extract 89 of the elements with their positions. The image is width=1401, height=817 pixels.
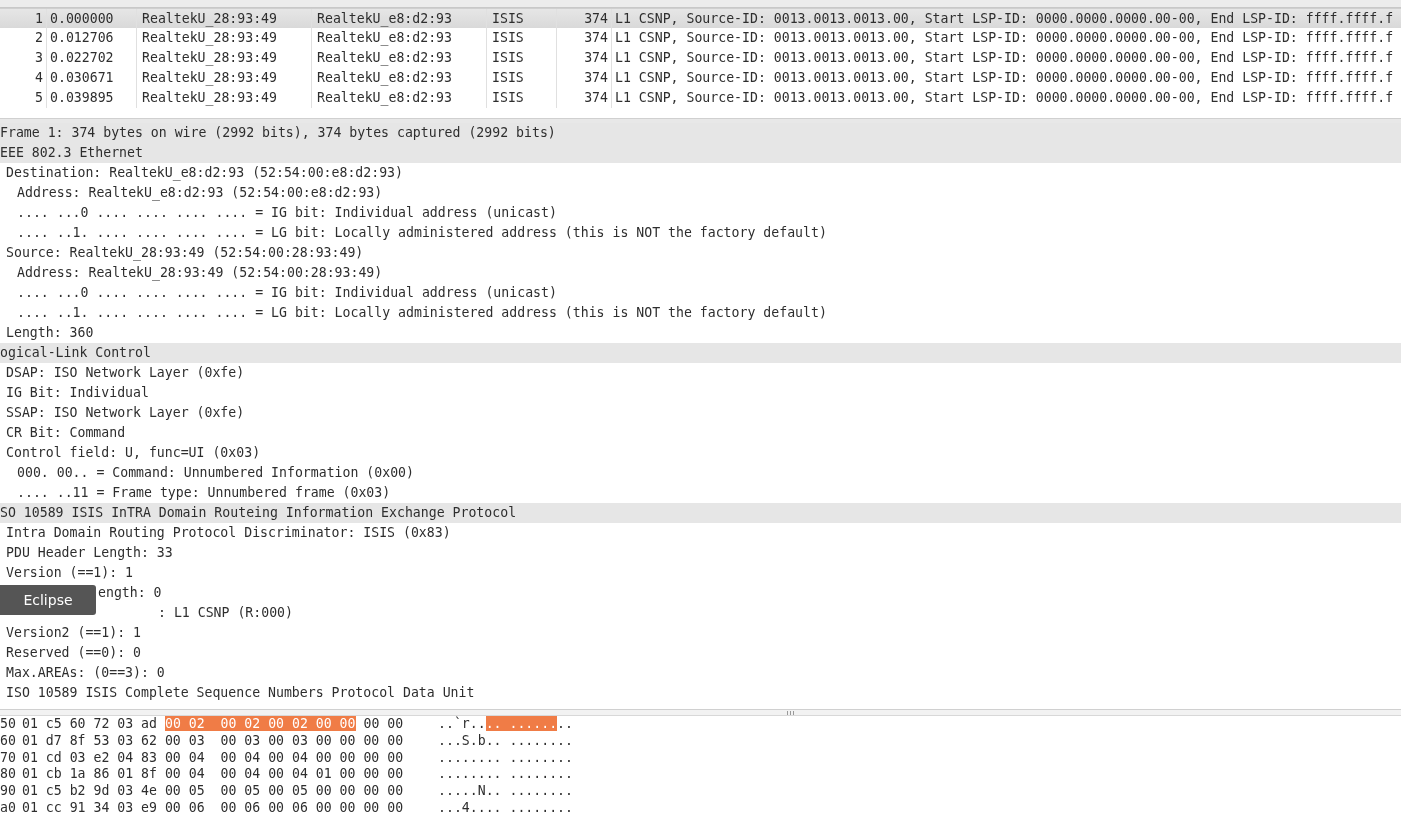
hex-bytes[interactable]: 00 00 [363,716,404,731]
table-cell: RealtekU_e8:d2:93 [317,70,452,85]
tree-item[interactable]: .... ..11 = Frame type: Unnumbered frame (0x03) [17,485,391,500]
tree-item[interactable]: IG Bit: Individual [6,385,149,400]
tree-item[interactable]: EEE 802.3 Ethernet [0,145,143,160]
packet-row[interactable]: 1 0.000000 RealtekU_28:93:49 RealtekU_e8:d2:93 ISIS 374 L1 CSNP, Source-ID: 0013.0013.0013.00, Start LSP-ID: 0000.0000.0000.00-00, End LSP-ID: ffff.ffff.f [0,8,1401,28]
table-cell: RealtekU_28:93:49 [142,50,277,65]
table-cell: 4 [35,70,43,85]
table-cell: 2 [35,30,43,45]
table-cell: RealtekU_28:93:49 [142,11,277,26]
table-cell: ISIS [492,30,524,45]
table-cell: RealtekU_e8:d2:93 [317,50,452,65]
table-cell: RealtekU_e8:d2:93 [317,90,452,105]
table-cell: L1 CSNP, Source-ID: 0013.0013.0013.00, Start LSP-ID: 0000.0000.0000.00-00, End LSP-ID: ffff.ffff.f [615,70,1394,85]
table-cell: RealtekU_28:93:49 [142,70,277,85]
tree-item[interactable]: .... ...0 .... .... .... .... = IG bit: Individual address (unicast) [17,205,557,220]
hex-bytes[interactable]: 01 d7 8f 53 03 62 00 03 00 03 00 03 00 00 00 00 [22,732,404,748]
tree-item[interactable]: .... ..1. .... .... .... .... = LG bit: Locally administered address (this is NOT the factory default) [17,225,827,240]
table-cell: 374 [584,90,608,105]
hex-offset: a0 [0,800,17,817]
ascii-text[interactable]: ........ ........ [438,749,573,765]
ascii-text[interactable]: ........ ........ [438,766,573,782]
tree-item[interactable]: Control field: U, func=UI (0x03) [6,445,261,460]
tree-item[interactable]: 000. 00.. = Command: Unnumbered Information (0x00) [17,465,414,480]
table-cell: L1 CSNP, Source-ID: 0013.0013.0013.00, Start LSP-ID: 0000.0000.0000.00-00, End LSP-ID: ffff.ffff.f [615,11,1394,26]
tree-item[interactable]: Version (==1): 1 [6,565,134,580]
tooltip: Eclipse [0,585,96,615]
table-cell: L1 CSNP, Source-ID: 0013.0013.0013.00, Start LSP-ID: 0000.0000.0000.00-00, End LSP-ID: ffff.ffff.f [615,90,1394,105]
tree-item[interactable]: Source: RealtekU_28:93:49 (52:54:00:28:93:49) [6,245,364,260]
tree-item[interactable]: SSAP: ISO Network Layer (0xfe) [6,405,245,420]
packet-row[interactable]: 3 0.022702 RealtekU_28:93:49 RealtekU_e8:d2:93 ISIS 374 L1 CSNP, Source-ID: 0013.0013.0013.00, Start LSP-ID: 0000.0000.0000.00-00, End LSP-ID: ffff.ffff.f [0,48,1401,68]
hex-bytes[interactable]: 01 cc 91 34 03 e9 00 06 00 06 00 06 00 00 00 00 [22,800,404,815]
table-cell: L1 CSNP, Source-ID: 0013.0013.0013.00, Start LSP-ID: 0000.0000.0000.00-00, End LSP-ID: ffff.ffff.f [615,30,1394,45]
table-cell: 5 [35,90,43,105]
table-cell: 374 [584,11,608,26]
tree-item[interactable]: ogical-Link Control [0,345,151,360]
table-cell: 0.000000 [50,11,114,26]
table-cell: RealtekU_e8:d2:93 [317,11,452,26]
table-cell: 0.039895 [50,90,114,105]
tree-item[interactable]: PDU Header Length: 33 [6,545,173,560]
table-cell: RealtekU_28:93:49 [142,90,277,105]
tree-item[interactable]: Intra Domain Routing Protocol Discriminator: ISIS (0x83) [6,525,451,540]
table-cell: 0.012706 [50,30,114,45]
hex-offset: 90 [0,783,17,800]
tree-item[interactable]: Destination: RealtekU_e8:d2:93 (52:54:00:e8:d2:93) [6,165,403,180]
table-cell: 374 [584,30,608,45]
tree-item[interactable]: .... ...0 .... .... .... .... = IG bit: Individual address (unicast) [17,285,557,300]
ascii-text[interactable]: ...S.b.. ........ [438,732,573,748]
table-cell: 0.022702 [50,50,114,65]
ascii-text[interactable]: ..`r.. [438,716,486,731]
table-cell: ISIS [492,50,524,65]
hex-offset: 70 [0,749,17,767]
table-cell: ISIS [492,90,524,105]
ascii-text[interactable]: ...4.... ........ [438,800,573,815]
table-cell: 1 [35,11,43,26]
table-cell: ISIS [492,11,524,26]
tree-item[interactable]: Length: 360 [6,325,94,340]
splitter-handle-icon[interactable] [787,710,794,715]
tree-item[interactable]: .... ..1. .... .... .... .... = LG bit: Locally administered address (this is NOT the factory default) [17,305,827,320]
ascii-text[interactable]: .. [557,716,573,731]
tree-item[interactable]: Address: RealtekU_28:93:49 (52:54:00:28:93:49) [17,265,383,280]
hex-bytes[interactable]: 01 cd 03 e2 04 83 00 04 00 04 00 04 00 00 00 00 [22,749,404,765]
hex-bytes[interactable]: 01 c5 b2 9d 03 4e 00 05 00 05 00 05 00 00 00 00 [22,783,404,799]
tree-item[interactable]: : L1 CSNP (R:000) [158,605,293,620]
table-cell: 374 [584,50,608,65]
table-cell: 374 [584,70,608,85]
table-cell: 3 [35,50,43,65]
table-cell: L1 CSNP, Source-ID: 0013.0013.0013.00, Start LSP-ID: 0000.0000.0000.00-00, End LSP-ID: ffff.ffff.f [615,50,1394,65]
hex-bytes[interactable]: 01 c5 60 72 03 ad [22,716,157,731]
packet-row[interactable]: 2 0.012706 RealtekU_28:93:49 RealtekU_e8:d2:93 ISIS 374 L1 CSNP, Source-ID: 0013.0013.0013.00, Start LSP-ID: 0000.0000.0000.00-00, End LSP-ID: ffff.ffff.f [0,28,1401,48]
packet-row[interactable]: 5 0.039895 RealtekU_28:93:49 RealtekU_e8:d2:93 ISIS 374 L1 CSNP, Source-ID: 0013.0013.0013.00, Start LSP-ID: 0000.0000.0000.00-00, End LSP-ID: ffff.ffff.f [0,88,1401,108]
hex-bytes[interactable]: 01 cb 1a 86 01 8f 00 04 00 04 00 04 01 00 00 00 [22,766,404,782]
ascii-text[interactable]: .....N.. ........ [438,783,573,799]
hex-offset: 80 [0,766,17,784]
table-cell: RealtekU_28:93:49 [142,30,277,45]
packet-row[interactable]: 4 0.030671 RealtekU_28:93:49 RealtekU_e8:d2:93 ISIS 374 L1 CSNP, Source-ID: 0013.0013.0013.00, Start LSP-ID: 0000.0000.0000.00-00, End LSP-ID: ffff.ffff.f [0,68,1401,88]
table-cell: ISIS [492,70,524,85]
tree-item[interactable]: ength: 0 [98,585,162,600]
tree-item[interactable]: Reserved (==0): 0 [6,645,141,660]
table-cell: 0.030671 [50,70,114,85]
tree-item[interactable]: Version2 (==1): 1 [6,625,141,640]
hex-offset: 50 [0,716,17,733]
tree-item[interactable]: CR Bit: Command [6,425,126,440]
tree-item[interactable]: Max.AREAs: (0==3): 0 [6,665,165,680]
tree-item[interactable]: Address: RealtekU_e8:d2:93 (52:54:00:e8:d2:93) [17,185,383,200]
tree-item[interactable]: DSAP: ISO Network Layer (0xfe) [6,365,245,380]
tree-item[interactable]: ISO 10589 ISIS Complete Sequence Numbers Protocol Data Unit [6,685,475,700]
table-cell: RealtekU_e8:d2:93 [317,30,452,45]
hex-offset: 60 [0,732,17,750]
